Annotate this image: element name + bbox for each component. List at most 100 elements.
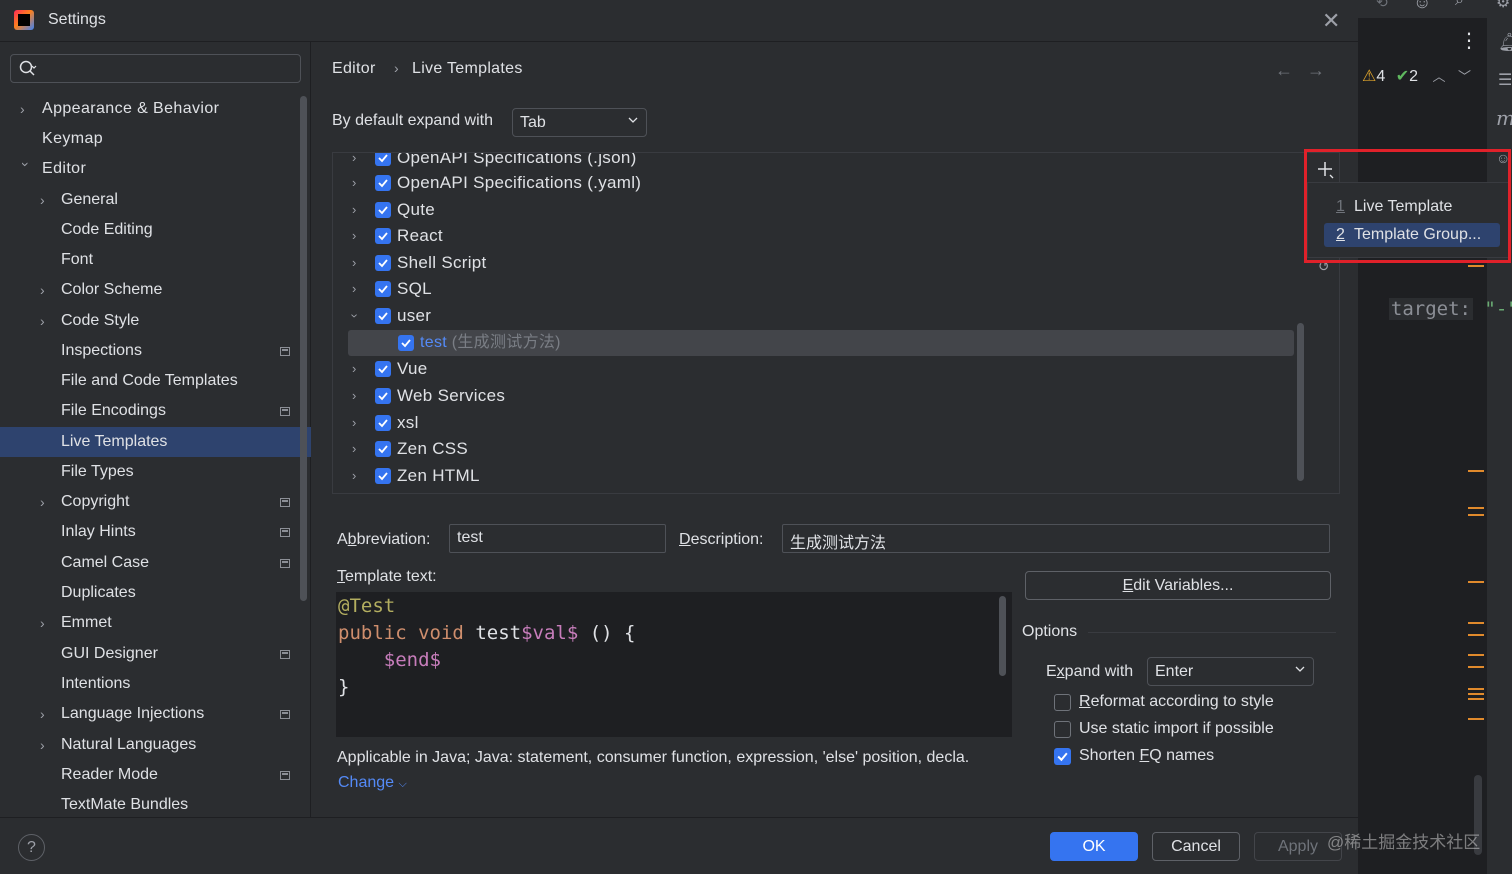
ide-stripe-mark[interactable] [1468, 666, 1484, 668]
ide-database-icon[interactable]: ☰ [1498, 70, 1512, 90]
ide-stripe-mark[interactable] [1468, 470, 1484, 472]
tree-row-web-services[interactable]: › Web Services [333, 383, 1339, 409]
edit-variables-button[interactable]: Edit Variables... [1025, 571, 1331, 600]
ide-stripe-mark[interactable] [1468, 634, 1484, 636]
checkbox-checked[interactable] [375, 415, 391, 431]
checkbox-checked[interactable] [398, 335, 414, 351]
ide-notifications-icon[interactable]: 🔔︎ [1498, 32, 1512, 53]
checkbox-checked[interactable] [375, 202, 391, 218]
ide-settings-icon[interactable]: ⚙ [1496, 0, 1510, 12]
checkbox-checked[interactable] [375, 441, 391, 457]
back-arrow-icon[interactable]: ← [1275, 60, 1293, 81]
tree-row-zen-css[interactable]: › Zen CSS [333, 436, 1339, 462]
abbreviation-input[interactable]: test [449, 524, 666, 553]
sidebar-item-font[interactable]: Font [0, 245, 311, 275]
sidebar-item-language-injections[interactable]: › Language Injections [0, 699, 311, 729]
tree-row-openapi-yaml[interactable]: › OpenAPI Specifications (.yaml) [333, 170, 1339, 196]
sidebar-item-inspections[interactable]: Inspections [0, 336, 311, 366]
sidebar-item-natural-languages[interactable]: › Natural Languages [0, 730, 311, 760]
chevron-right-icon[interactable]: › [352, 170, 357, 196]
sidebar-item-reader-mode[interactable]: Reader Mode [0, 760, 311, 790]
checkbox-checked[interactable] [375, 153, 391, 166]
chevron-right-icon[interactable]: › [352, 153, 357, 171]
ide-stripe-mark[interactable] [1468, 622, 1484, 624]
sidebar-item-file-encodings[interactable]: File Encodings [0, 396, 311, 426]
tree-row-xsl[interactable]: › xsl [333, 410, 1339, 436]
search-input[interactable] [10, 54, 301, 83]
checkbox-checked[interactable] [375, 228, 391, 244]
forward-arrow-icon[interactable]: → [1307, 60, 1325, 81]
sidebar-item-code-style[interactable]: › Code Style [0, 306, 311, 336]
ide-share-icon[interactable]: ⟲ [1376, 0, 1388, 11]
template-text-editor[interactable]: @Test public void test$val$ () { $end$ } [336, 592, 1012, 737]
cancel-button[interactable]: Cancel [1152, 832, 1240, 861]
sidebar-item-general[interactable]: › General [0, 185, 311, 215]
checkbox-checked[interactable] [375, 388, 391, 404]
chevron-right-icon[interactable]: › [352, 276, 357, 302]
tree-row-qute[interactable]: › Qute [333, 197, 1339, 223]
chevron-right-icon[interactable]: › [352, 436, 357, 462]
sidebar-item-textmate-bundles[interactable]: TextMate Bundles [0, 790, 311, 820]
chevron-right-icon[interactable]: › [352, 463, 357, 489]
checkbox-unchecked[interactable] [1054, 721, 1071, 738]
checkbox-checked[interactable] [375, 255, 391, 271]
sidebar-item-live-templates[interactable]: Live Templates [0, 427, 311, 457]
sidebar-item-code-editing[interactable]: Code Editing [0, 215, 311, 245]
ide-stripe-mark[interactable] [1468, 654, 1484, 656]
tree-row-zen-html[interactable]: › Zen HTML [333, 463, 1339, 489]
checkbox-checked[interactable] [375, 281, 391, 297]
sidebar-item-duplicates[interactable]: Duplicates [0, 578, 311, 608]
tree-scrollbar[interactable] [1297, 323, 1304, 481]
sidebar-item-editor[interactable]: › Editor [0, 154, 311, 184]
description-input[interactable]: 生成测试方法 [782, 524, 1330, 553]
checkbox-checked[interactable] [375, 308, 391, 324]
sidebar-item-copyright[interactable]: › Copyright [0, 487, 311, 517]
sidebar-item-camel-case[interactable]: Camel Case [0, 548, 311, 578]
chevron-right-icon[interactable]: › [352, 410, 357, 436]
sidebar-item-intentions[interactable]: Intentions [0, 669, 311, 699]
sidebar-item-emmet[interactable]: › Emmet [0, 608, 311, 638]
sidebar-item-color-scheme[interactable]: › Color Scheme [0, 275, 311, 305]
tree-row-user[interactable]: › user [333, 303, 1339, 329]
ide-stripe-mark[interactable] [1468, 514, 1484, 516]
chevron-down-icon[interactable]: › [341, 314, 367, 319]
chevron-up-icon[interactable]: ︿ [1432, 69, 1445, 84]
tree-row-sql[interactable]: › SQL [333, 276, 1339, 302]
sidebar-item-gui-designer[interactable]: GUI Designer [0, 639, 311, 669]
ide-stripe-mark[interactable] [1468, 688, 1484, 690]
tree-row-react[interactable]: › React [333, 223, 1339, 249]
checkbox-checked[interactable] [375, 361, 391, 377]
sidebar-item-file-code-templates[interactable]: File and Code Templates [0, 366, 311, 396]
default-expand-select[interactable]: Tab [512, 108, 647, 137]
checkbox-checked[interactable] [375, 468, 391, 484]
chevron-right-icon[interactable]: › [352, 197, 357, 223]
ide-inspection-widget[interactable]: ⚠4 ✔2 ︿ ﹀ [1362, 66, 1471, 86]
ok-button[interactable]: OK [1050, 832, 1138, 861]
tree-row-vue[interactable]: › Vue [333, 356, 1339, 382]
ide-stripe-mark[interactable] [1468, 718, 1484, 720]
sidebar-item-appearance-behavior[interactable]: › Appearance & Behavior [0, 94, 311, 124]
ide-stripe-mark[interactable] [1468, 698, 1484, 700]
ide-stripe-mark[interactable] [1468, 507, 1484, 509]
chevron-right-icon[interactable]: › [352, 383, 357, 409]
sidebar-item-keymap[interactable]: Keymap [0, 124, 311, 154]
editor-scrollbar[interactable] [999, 596, 1006, 676]
ide-search-icon[interactable]: ⌕ [1455, 0, 1464, 10]
help-button[interactable]: ? [18, 834, 45, 861]
tree-row-openapi-json[interactable]: › OpenAPI Specifications (.json) [333, 153, 1339, 171]
ide-copilot-icon[interactable]: ☺ [1413, 0, 1431, 13]
checkbox-checked[interactable] [1054, 748, 1071, 765]
ide-stripe-mark[interactable] [1468, 265, 1484, 267]
change-contexts-link[interactable]: Change ⌵ [338, 774, 407, 792]
sidebar-item-file-types[interactable]: File Types [0, 457, 311, 487]
checkbox-checked[interactable] [375, 175, 391, 191]
ide-stripe-mark[interactable] [1468, 581, 1484, 583]
tree-row-shell-script[interactable]: › Shell Script [333, 250, 1339, 276]
ide-more-icon[interactable]: ⋮ [1459, 28, 1479, 53]
checkbox-unchecked[interactable] [1054, 694, 1071, 711]
chevron-right-icon[interactable]: › [352, 356, 357, 382]
close-icon[interactable]: ✕ [1322, 8, 1340, 34]
ide-stripe-mark[interactable] [1468, 693, 1484, 695]
chevron-right-icon[interactable]: › [352, 223, 357, 249]
sidebar-item-inlay-hints[interactable]: Inlay Hints [0, 517, 311, 547]
